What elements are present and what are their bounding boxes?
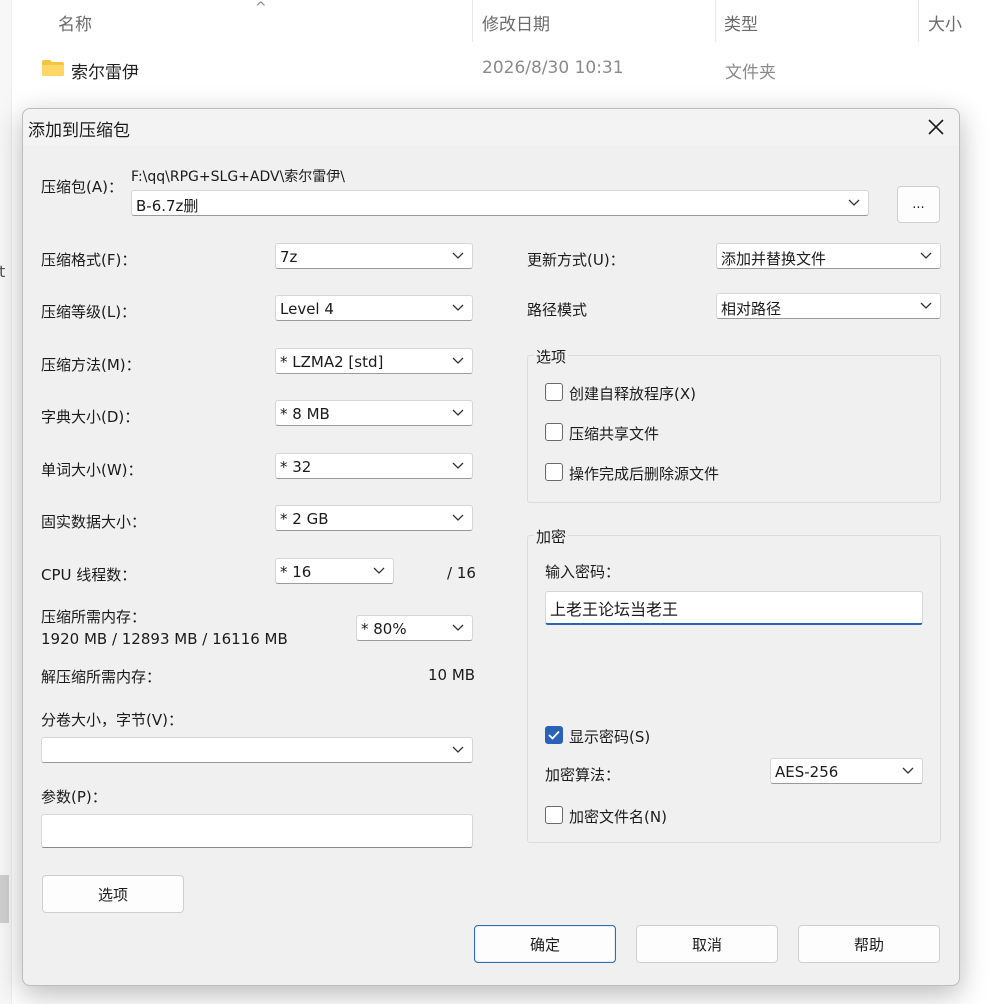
encryption-method-value: AES-256 [775, 763, 839, 781]
file-row-type: 文件夹 [725, 63, 776, 83]
method-label: 压缩方法(M)： [41, 356, 141, 374]
column-header-size[interactable]: 大小 [928, 10, 962, 35]
dict-value: * 8 MB [280, 405, 330, 423]
column-header-modified[interactable]: 修改日期 [482, 10, 550, 35]
method-select[interactable]: * LZMA2 [std] [275, 348, 473, 374]
threads-max: / 16 [447, 564, 476, 582]
column-header-type[interactable]: 类型 [724, 10, 758, 35]
chevron-down-icon [902, 767, 914, 774]
threads-value: * 16 [280, 563, 312, 581]
chevron-down-icon [452, 462, 464, 469]
chevron-down-icon [452, 252, 464, 259]
chevron-down-icon [920, 252, 932, 259]
encryption-method-label: 加密算法： [545, 766, 621, 784]
chevron-down-icon [373, 567, 385, 574]
show-password-checkbox[interactable] [545, 726, 563, 744]
word-value: * 32 [280, 458, 312, 476]
sfx-label[interactable]: 创建自释放程序(X) [569, 383, 696, 404]
encrypt-names-label[interactable]: 加密文件名(N) [569, 806, 667, 827]
decomp-memory-label: 解压缩所需内存： [41, 668, 162, 686]
dict-label: 字典大小(D)： [41, 408, 140, 426]
params-input[interactable] [41, 814, 473, 848]
sfx-checkbox[interactable] [545, 383, 563, 401]
solid-value: * 2 GB [280, 510, 329, 528]
options-group-title: 选项 [534, 346, 569, 367]
chevron-down-icon [452, 304, 464, 311]
split-label: 分卷大小，字节(V)： [41, 711, 183, 729]
shared-files-checkbox[interactable] [545, 423, 563, 441]
browse-button[interactable]: ... [897, 186, 940, 223]
dict-select[interactable]: * 8 MB [275, 400, 473, 426]
level-label: 压缩等级(L)： [41, 303, 137, 321]
encrypt-names-checkbox[interactable] [545, 806, 563, 824]
close-icon [928, 119, 944, 135]
memory-percent-select[interactable]: * 80% [356, 615, 473, 641]
chevron-down-icon [452, 746, 464, 753]
dialog-titlebar[interactable]: 添加到压缩包 [23, 109, 959, 145]
file-row-name[interactable]: 索尔雷伊 [71, 58, 139, 83]
split-size-combo[interactable] [41, 737, 473, 763]
path-mode-select[interactable]: 相对路径 [716, 293, 941, 319]
add-to-archive-dialog: 添加到压缩包 压缩包(A)： F:\qq\RPG+SLG+ADV\索尔雷伊\ B… [22, 108, 960, 986]
word-label: 单词大小(W)： [41, 461, 143, 479]
password-label: 输入密码： [545, 563, 621, 581]
path-mode-value: 相对路径 [721, 300, 782, 318]
nav-pane-edge [0, 0, 12, 1004]
chevron-down-icon [452, 409, 464, 416]
format-value: 7z [280, 248, 298, 266]
folder-icon [42, 60, 64, 76]
column-divider[interactable] [472, 0, 473, 42]
word-select[interactable]: * 32 [275, 453, 473, 479]
partially-hidden-text: t [0, 262, 6, 281]
memory-percent-value: * 80% [361, 620, 407, 638]
level-value: Level 4 [280, 300, 334, 318]
level-select[interactable]: Level 4 [275, 295, 473, 321]
chevron-down-icon [452, 624, 464, 631]
path-mode-label: 路径模式 [527, 301, 588, 319]
solid-label: 固实数据大小： [41, 513, 147, 531]
memory-label: 压缩所需内存： [41, 608, 147, 626]
column-header-name[interactable]: 名称 [58, 10, 92, 35]
password-input[interactable]: 上老王论坛当老王 [545, 591, 923, 625]
column-divider[interactable] [715, 0, 716, 42]
options-button[interactable]: 选项 [42, 875, 184, 913]
file-row-modified: 2026/8/30 10:31 [482, 58, 624, 78]
column-divider[interactable] [918, 0, 919, 42]
threads-label: CPU 线程数： [41, 566, 137, 584]
solid-select[interactable]: * 2 GB [275, 505, 473, 531]
shared-files-label[interactable]: 压缩共享文件 [569, 423, 659, 444]
encryption-group-title: 加密 [534, 526, 569, 547]
encryption-method-select[interactable]: AES-256 [770, 758, 923, 784]
sort-ascending-icon: ^ [255, 0, 267, 16]
help-button[interactable]: 帮助 [798, 925, 940, 963]
chevron-down-icon [452, 514, 464, 521]
format-select[interactable]: 7z [275, 243, 473, 269]
threads-select[interactable]: * 16 [275, 558, 394, 584]
decomp-memory-value: 10 MB [428, 666, 476, 684]
ok-button[interactable]: 确定 [474, 925, 616, 963]
archive-name-combo[interactable]: B-6.7z删 [131, 190, 869, 216]
close-button[interactable] [913, 109, 959, 145]
archive-name-value: B-6.7z删 [136, 197, 199, 215]
update-mode-select[interactable]: 添加并替换文件 [716, 243, 941, 269]
dialog-title: 添加到压缩包 [28, 121, 130, 141]
scrollbar-thumb[interactable] [0, 875, 9, 923]
method-value: * LZMA2 [std] [280, 353, 384, 371]
checkmark-icon [548, 730, 560, 740]
update-mode-label: 更新方式(U)： [527, 251, 625, 269]
format-label: 压缩格式(F)： [41, 251, 137, 269]
delete-source-label[interactable]: 操作完成后删除源文件 [569, 463, 719, 484]
update-mode-value: 添加并替换文件 [721, 250, 827, 268]
memory-value: 1920 MB / 12893 MB / 16116 MB [41, 630, 288, 648]
archive-label: 压缩包(A)： [41, 178, 123, 196]
archive-path: F:\qq\RPG+SLG+ADV\索尔雷伊\ [131, 169, 346, 185]
chevron-down-icon [848, 199, 860, 206]
show-password-label[interactable]: 显示密码(S) [569, 726, 650, 747]
delete-source-checkbox[interactable] [545, 463, 563, 481]
chevron-down-icon [452, 357, 464, 364]
chevron-down-icon [920, 302, 932, 309]
cancel-button[interactable]: 取消 [636, 925, 778, 963]
password-value: 上老王论坛当老王 [550, 600, 679, 619]
params-label: 参数(P)： [41, 788, 107, 806]
